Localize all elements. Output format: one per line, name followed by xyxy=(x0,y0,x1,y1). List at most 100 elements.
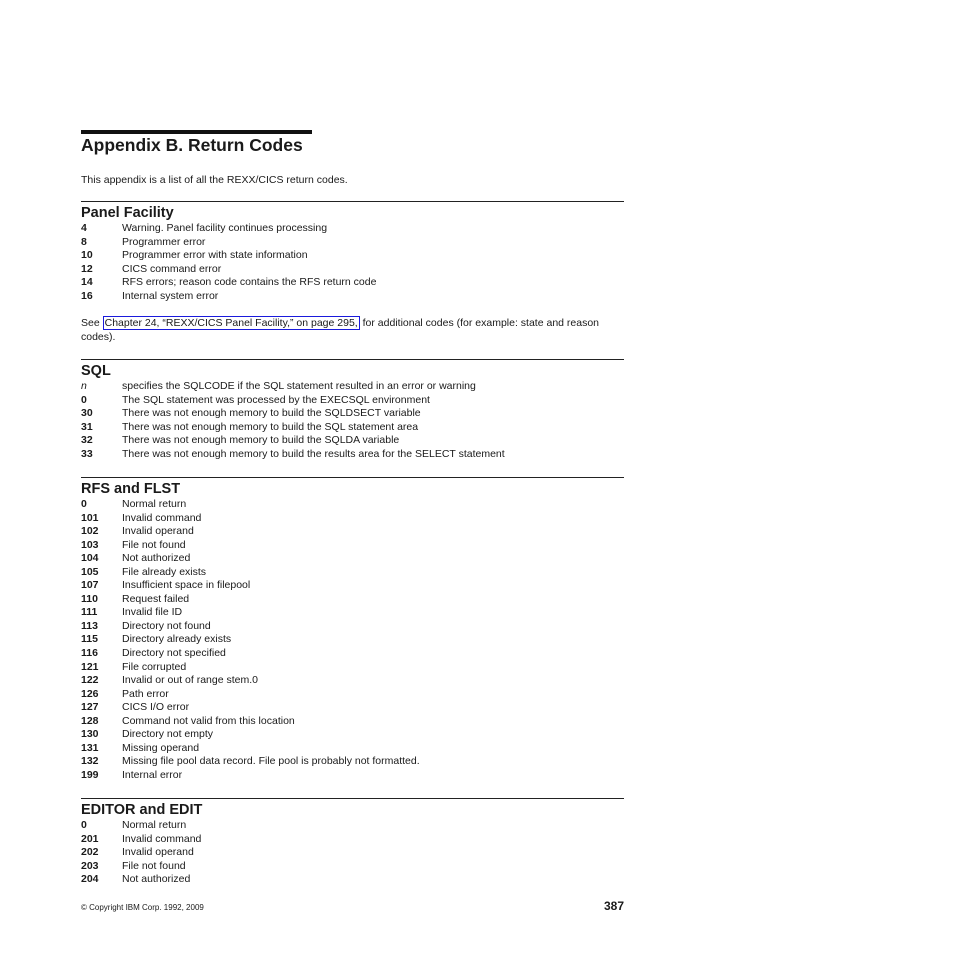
code-description: Insufficient space in filepool xyxy=(122,579,251,592)
list-item: 0 Normal return xyxy=(81,498,624,512)
return-code: 199 xyxy=(81,768,99,781)
list-item: 104 Not authorized xyxy=(81,552,624,566)
list-item: 16 Internal system error xyxy=(81,290,624,304)
code-description: Missing file pool data record. File pool… xyxy=(122,755,420,768)
section-sql: SQL n specifies the SQLCODE if the SQL st… xyxy=(81,359,624,461)
list-item: 111 Invalid file ID xyxy=(81,606,624,620)
code-description: Normal return xyxy=(122,498,187,510)
list-item: 0 The SQL statement was processed by the … xyxy=(81,394,624,408)
return-code: 103 xyxy=(81,538,99,551)
return-code: 30 xyxy=(81,407,93,420)
list-item: 121 File corrupted xyxy=(81,661,624,675)
return-code: 203 xyxy=(81,859,99,872)
section-heading: RFS and FLST xyxy=(81,481,181,497)
list-item: 102 Invalid operand xyxy=(81,525,624,539)
return-code: 121 xyxy=(81,660,99,673)
note-prefix: See xyxy=(81,317,103,330)
list-item: 127 CICS I/O error xyxy=(81,701,624,715)
code-description: Warning. Panel facility continues proces… xyxy=(122,222,328,234)
return-code: 111 xyxy=(81,606,98,619)
code-list: 0 Normal return 101 Invalid command 102 Inv… xyxy=(81,498,624,782)
return-code: 101 xyxy=(81,511,99,524)
code-description: Directory not specified xyxy=(122,647,226,660)
list-item: 103 File not found xyxy=(81,539,624,553)
return-code: 128 xyxy=(81,714,99,727)
list-item: 107 Insufficient space in filepool xyxy=(81,579,624,593)
code-description: Command not valid from this location xyxy=(122,714,295,727)
code-description: Internal error xyxy=(122,768,183,781)
code-description: There was not enough memory to build the… xyxy=(122,434,400,447)
list-item: 122 Invalid or out of range stem.0 xyxy=(81,674,624,688)
return-code: 130 xyxy=(81,728,99,741)
return-code: 127 xyxy=(81,701,99,714)
code-description: CICS command error xyxy=(122,262,222,275)
list-item: 131 Missing operand xyxy=(81,742,624,756)
return-code: n xyxy=(81,380,87,392)
list-item: 10 Programmer error with state informatio… xyxy=(81,249,624,263)
code-description: Request failed xyxy=(122,592,190,605)
code-description: RFS errors; reason code contains the RFS… xyxy=(122,276,377,289)
list-item: 110 Request failed xyxy=(81,593,624,607)
list-item: 202 Invalid operand xyxy=(81,846,624,860)
return-code: 8 xyxy=(81,235,87,248)
code-description: There was not enough memory to build the… xyxy=(122,420,419,433)
return-code: 12 xyxy=(81,262,93,275)
code-description: Invalid operand xyxy=(122,846,194,859)
list-item: 30 There was not enough memory to build t… xyxy=(81,407,624,421)
section-rfs-and-flst: RFS and FLST 0 Normal return 101 Invalid c… xyxy=(81,477,624,782)
list-item: n specifies the SQLCODE if the SQL statem… xyxy=(81,380,624,394)
code-description: Invalid or out of range stem.0 xyxy=(122,674,258,687)
code-description: File not found xyxy=(122,859,186,872)
code-list: 0 Normal return 201 Invalid command 202 Inv… xyxy=(81,819,624,887)
return-code: 104 xyxy=(81,552,99,565)
return-code: 131 xyxy=(81,741,99,754)
list-item: 126 Path error xyxy=(81,688,624,702)
return-code: 102 xyxy=(81,525,99,538)
code-description: There was not enough memory to build the… xyxy=(122,407,421,420)
return-code: 32 xyxy=(81,434,93,447)
list-item: 14 RFS errors; reason code contains the R… xyxy=(81,276,624,290)
section-editor-and-edit: EDITOR and EDIT 0 Normal return 201 Invali… xyxy=(81,798,624,887)
chapter-24-link[interactable]: Chapter 24, “REXX/CICS Panel Facility,” … xyxy=(102,316,360,331)
return-code: 0 xyxy=(81,819,87,831)
code-description: Directory not empty xyxy=(122,728,214,741)
list-item: 199 Internal error xyxy=(81,769,624,783)
see-also-note: See Chapter 24, “REXX/CICS Panel Facilit… xyxy=(81,316,624,344)
list-item: 105 File already exists xyxy=(81,566,624,580)
list-item: 32 There was not enough memory to build t… xyxy=(81,434,624,448)
list-item: 0 Normal return xyxy=(81,819,624,833)
return-code: 16 xyxy=(81,289,93,302)
code-description: CICS I/O error xyxy=(122,701,190,714)
code-description: Invalid operand xyxy=(122,525,194,538)
return-code: 122 xyxy=(81,674,99,687)
return-code: 113 xyxy=(81,619,98,632)
list-item: 130 Directory not empty xyxy=(81,728,624,742)
return-code: 31 xyxy=(81,420,93,433)
code-description: Directory already exists xyxy=(122,633,232,646)
page-number: 387 xyxy=(603,899,624,913)
list-item: 31 There was not enough memory to build t… xyxy=(81,421,624,435)
list-item: 115 Directory already exists xyxy=(81,633,624,647)
intro-text: This appendix is a list of all the REXX/… xyxy=(81,174,348,186)
return-code: 107 xyxy=(81,579,99,592)
code-list: 4 Warning. Panel facility continues proce… xyxy=(81,222,624,303)
return-code: 110 xyxy=(81,592,98,605)
list-item: 128 Command not valid from this location xyxy=(81,715,624,729)
return-code: 126 xyxy=(81,687,99,700)
list-item: 204 Not authorized xyxy=(81,873,624,887)
section-heading: SQL xyxy=(81,363,111,379)
list-item: 8 Programmer error xyxy=(81,236,624,250)
list-item: 116 Directory not specified xyxy=(81,647,624,661)
code-description: Not authorized xyxy=(122,552,191,565)
code-description: There was not enough memory to build the… xyxy=(122,447,505,460)
return-code: 0 xyxy=(81,498,87,510)
code-description: File not found xyxy=(122,538,186,551)
return-code: 115 xyxy=(81,633,98,646)
list-item: 101 Invalid command xyxy=(81,512,624,526)
code-description: Not authorized xyxy=(122,873,191,886)
code-description: Programmer error xyxy=(122,235,206,248)
list-item: 113 Directory not found xyxy=(81,620,624,634)
section-heading: EDITOR and EDIT xyxy=(81,802,203,818)
code-description: specifies the SQLCODE if the SQL stateme… xyxy=(122,380,476,392)
return-code: 204 xyxy=(81,873,99,886)
